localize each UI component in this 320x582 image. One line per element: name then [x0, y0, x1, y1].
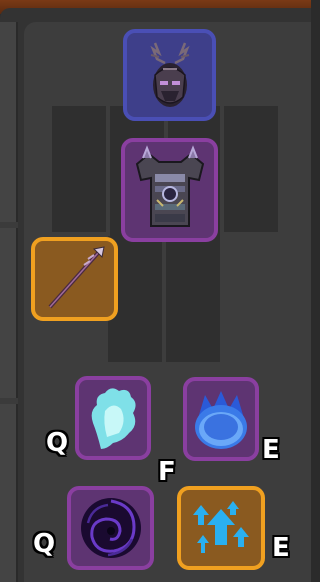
spear-icon [48, 246, 105, 309]
blue-flame-orb-icon [195, 391, 247, 449]
ability-key-e-1: E [262, 435, 280, 465]
ability-slot-flame-orb[interactable] [183, 377, 259, 461]
cyan-wisp-icon [91, 388, 136, 449]
slot-background-right [224, 106, 278, 232]
ability-slot-up-arrows[interactable] [177, 486, 265, 570]
ability-key-q-2: Q [33, 529, 56, 559]
ability-key-q-1: Q [46, 428, 69, 458]
dark-vortex-icon [80, 498, 141, 558]
left-panel-edge [0, 22, 18, 582]
ability-slot-vortex[interactable] [67, 486, 154, 570]
antlered-helmet-icon [149, 42, 190, 107]
blue-up-arrows-icon [193, 501, 249, 553]
slot-background-leg-right [166, 236, 220, 362]
chestplate-slot[interactable] [121, 138, 218, 242]
helmet-slot[interactable] [123, 29, 216, 121]
ability-key-e-2: E [272, 533, 290, 563]
ability-key-f: F [158, 457, 176, 487]
weapon-slot[interactable] [31, 237, 118, 321]
ability-slot-wisp[interactable] [75, 376, 151, 460]
slot-background-left [52, 106, 106, 232]
armor-chestplate-icon [135, 145, 204, 227]
